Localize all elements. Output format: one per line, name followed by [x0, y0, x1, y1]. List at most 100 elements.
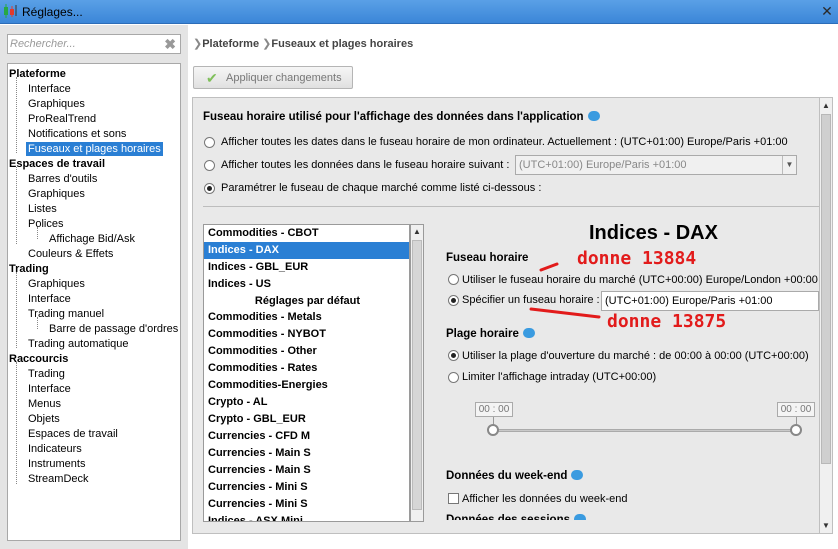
tree-item-interface[interactable]: Interface [28, 292, 71, 306]
window-titlebar: Réglages... ✕ [0, 0, 838, 24]
list-item[interactable]: Indices - ASX Mini [204, 513, 409, 521]
end-time-handle[interactable] [790, 424, 802, 436]
annotation-underline-2 [529, 307, 601, 319]
tree-item-prorealtrend[interactable]: ProRealTrend [28, 112, 96, 126]
weekend-heading: Données du week-end [446, 469, 584, 482]
apply-changes-button[interactable]: ✔ Appliquer changements [193, 66, 353, 89]
market-list-scrollbar[interactable]: ▲ [410, 224, 424, 522]
tree-item-barres-outils[interactable]: Barres d'outils [28, 172, 97, 186]
list-item[interactable]: Currencies - Main S [204, 462, 409, 479]
timezone-select-value: (UTC+01:00) Europe/Paris +01:00 [519, 159, 687, 171]
breadcrumb-plateforme[interactable]: Plateforme [202, 38, 259, 50]
market-title: Indices - DAX [589, 222, 718, 244]
scroll-up-icon[interactable]: ▲ [822, 101, 830, 110]
apply-changes-label: Appliquer changements [226, 72, 342, 84]
list-item[interactable]: Crypto - GBL_EUR [204, 411, 409, 428]
list-item[interactable]: Indices - GBL_EUR [204, 259, 409, 276]
search-input[interactable] [10, 37, 160, 51]
tree-item-listes[interactable]: Listes [28, 202, 57, 216]
tree-category-plateforme[interactable]: Plateforme [9, 67, 66, 81]
tree-item-instruments[interactable]: Instruments [28, 457, 85, 471]
tree-item-couleurs[interactable]: Couleurs & Effets [28, 247, 113, 261]
list-item[interactable]: Commodities - Other [204, 343, 409, 360]
weekend-checkbox[interactable] [448, 493, 459, 504]
list-item[interactable]: Crypto - AL [204, 394, 409, 411]
tree-item-interface[interactable]: Interface [28, 382, 71, 396]
market-timezone-label: Utiliser le fuseau horaire du marché (UT… [462, 274, 818, 286]
divider [203, 206, 819, 207]
list-item[interactable]: Commodities-Energies [204, 377, 409, 394]
tree-guide [16, 77, 17, 153]
fixed-timezone-label: Afficher toutes les données dans le fuse… [221, 159, 510, 171]
list-item[interactable]: Currencies - Main S [204, 445, 409, 462]
sessions-heading-text: Données des sessions [446, 514, 570, 526]
market-hours-label: Utiliser la plage d'ouverture du marché … [462, 350, 809, 362]
radio-market-timezone[interactable] [448, 274, 459, 285]
content-scrollbar[interactable]: ▲ ▼ [819, 97, 833, 534]
sessions-heading: Données des sessions [446, 514, 586, 526]
list-item[interactable]: Commodities - Metals [204, 309, 409, 326]
chevron-down-icon[interactable]: ▼ [782, 156, 796, 174]
tree-category-raccourcis[interactable]: Raccourcis [9, 352, 68, 366]
list-item[interactable]: Currencies - Mini S [204, 479, 409, 496]
tree-item-graphiques[interactable]: Graphiques [28, 277, 85, 291]
list-item[interactable]: Currencies - CFD M [204, 428, 409, 445]
tree-item-bid-ask[interactable]: Affichage Bid/Ask [49, 232, 135, 246]
start-time-handle[interactable] [487, 424, 499, 436]
end-time-field[interactable]: 00 : 00 [777, 402, 815, 417]
tree-item-graphiques[interactable]: Graphiques [28, 187, 85, 201]
list-group-header: Réglages par défaut [254, 295, 361, 307]
list-item[interactable]: Commodities - Rates [204, 360, 409, 377]
info-icon[interactable] [522, 327, 535, 338]
tree-item-menus[interactable]: Menus [28, 397, 61, 411]
annotation-text-1: donne 13884 [577, 248, 697, 269]
computer-timezone-label: Afficher toutes les dates dans le fuseau… [221, 136, 788, 148]
tree-item-polices[interactable]: Polices [28, 217, 63, 231]
settings-tree: Plateforme Interface Graphiques ProRealT… [7, 63, 181, 541]
tree-item-trading-manuel[interactable]: Trading manuel [28, 307, 104, 321]
start-time-field[interactable]: 00 : 00 [475, 402, 513, 417]
radio-custom-timezone[interactable] [448, 295, 459, 306]
list-item[interactable]: Currencies - Mini S [204, 496, 409, 513]
tree-item-barre-ordres[interactable]: Barre de passage d'ordres [49, 322, 178, 336]
clear-search-icon[interactable]: ✖ [164, 36, 176, 53]
tree-item-espaces[interactable]: Espaces de travail [28, 427, 118, 441]
tree-item-trading-auto[interactable]: Trading automatique [28, 337, 129, 351]
close-icon[interactable]: ✕ [816, 1, 838, 21]
window-title: Réglages... [22, 5, 83, 19]
info-icon[interactable] [571, 469, 584, 480]
breadcrumb-fuseaux: Fuseaux et plages horaires [271, 38, 414, 50]
radio-computer-timezone[interactable] [204, 137, 215, 148]
tree-item-interface[interactable]: Interface [28, 82, 71, 96]
scroll-down-icon[interactable]: ▼ [822, 521, 830, 530]
radio-per-market-timezone[interactable] [204, 183, 215, 194]
tree-category-espaces[interactable]: Espaces de travail [9, 157, 105, 171]
list-item[interactable]: Indices - US [204, 276, 409, 293]
settings-content: Fuseau horaire utilisé pour l'affichage … [192, 97, 820, 534]
tree-item-trading[interactable]: Trading [28, 367, 65, 381]
radio-fixed-timezone[interactable] [204, 160, 215, 171]
list-item[interactable]: Commodities - CBOT [204, 225, 409, 242]
timezone-select[interactable]: (UTC+01:00) Europe/Paris +01:00 ▼ [515, 155, 797, 175]
weekend-checkbox-label: Afficher les données du week-end [462, 493, 628, 505]
tree-item-fuseaux[interactable]: Fuseaux et plages horaires [26, 142, 163, 156]
chevron-right-icon: ❯ [262, 38, 272, 50]
info-icon[interactable] [587, 110, 600, 121]
tree-item-graphiques[interactable]: Graphiques [28, 97, 85, 111]
scroll-thumb[interactable] [821, 114, 831, 464]
scroll-up-icon[interactable]: ▲ [413, 227, 421, 236]
tree-item-notifications[interactable]: Notifications et sons [28, 127, 126, 141]
tree-item-indicateurs[interactable]: Indicateurs [28, 442, 82, 456]
time-range-track[interactable] [493, 429, 797, 432]
custom-timezone-field[interactable]: (UTC+01:00) Europe/Paris +01:00 [601, 291, 819, 311]
list-item[interactable]: Indices - DAX [204, 242, 409, 259]
info-icon[interactable] [574, 514, 586, 520]
radio-limit-intraday[interactable] [448, 372, 459, 383]
scroll-thumb[interactable] [412, 240, 422, 510]
tree-item-objets[interactable]: Objets [28, 412, 60, 426]
radio-market-hours[interactable] [448, 350, 459, 361]
tree-category-trading[interactable]: Trading [9, 262, 49, 276]
timezone-heading-text: Fuseau horaire utilisé pour l'affichage … [203, 111, 584, 123]
tree-item-streamdeck[interactable]: StreamDeck [28, 472, 89, 486]
list-item[interactable]: Commodities - NYBOT [204, 326, 409, 343]
